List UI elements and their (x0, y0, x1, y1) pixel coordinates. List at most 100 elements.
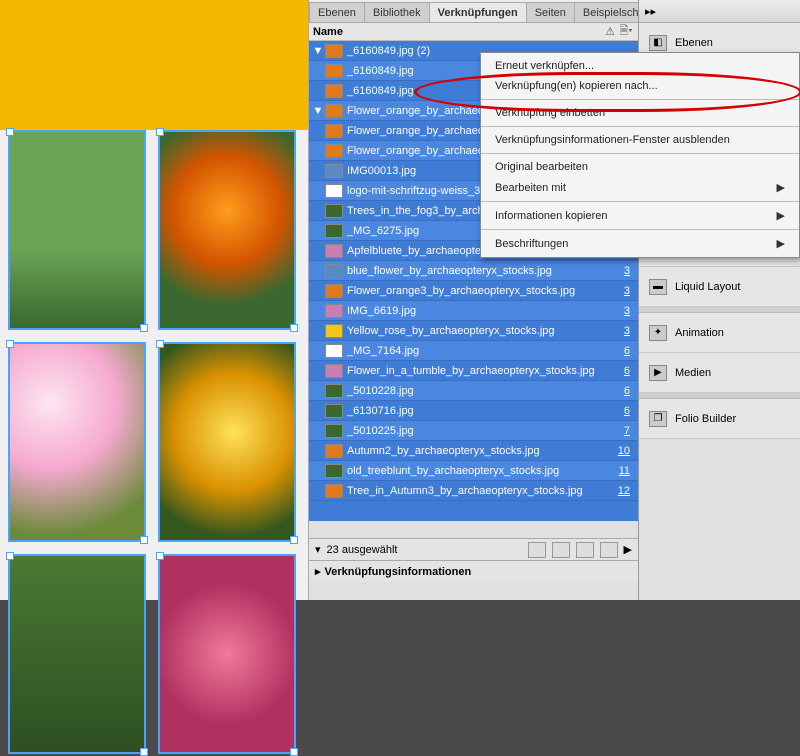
link-thumbnail-icon (325, 44, 343, 58)
scroll-right-icon[interactable]: ▶ (624, 543, 632, 556)
media-icon: ▶ (649, 365, 667, 381)
link-row[interactable]: IMG_6619.jpg3 (309, 301, 638, 321)
link-thumbnail-icon (325, 84, 343, 98)
menu-captions[interactable]: Beschriftungen▶ (481, 233, 799, 254)
link-page[interactable]: 6 (614, 365, 636, 377)
link-name: _5010228.jpg (347, 385, 614, 397)
link-row[interactable]: old_treeblunt_by_archaeopteryx_stocks.jp… (309, 461, 638, 481)
menu-separator (481, 153, 799, 154)
menu-edit-with[interactable]: Bearbeiten mit▶ (481, 177, 799, 198)
tab-beispiel[interactable]: Beispielsch (574, 2, 648, 22)
link-page[interactable]: 6 (614, 405, 636, 417)
rail-liquid-layout[interactable]: ▬Liquid Layout (639, 267, 800, 307)
link-page[interactable]: 6 (614, 345, 636, 357)
layers-icon: ◧ (649, 35, 667, 51)
links-column-header[interactable]: Name ⚠ 🗎▾ (309, 23, 638, 41)
goto-link-button[interactable] (552, 542, 570, 558)
rail-medien[interactable]: ▶Medien (639, 353, 800, 393)
link-row[interactable]: _5010228.jpg6 (309, 381, 638, 401)
tab-bibliothek[interactable]: Bibliothek (364, 2, 430, 22)
selection-count-icon: ▾ (315, 543, 321, 556)
link-page[interactable]: 3 (614, 265, 636, 277)
submenu-arrow-icon: ▶ (777, 209, 785, 222)
edit-original-button[interactable] (600, 542, 618, 558)
link-name: _5010225.jpg (347, 425, 614, 437)
animation-icon: ✦ (649, 325, 667, 341)
menu-edit-original[interactable]: Original bearbeiten (481, 157, 799, 177)
link-page[interactable]: 10 (614, 445, 636, 457)
panel-tabs: Ebenen Bibliothek Verknüpfungen Seiten B… (309, 0, 638, 23)
link-name: Autumn2_by_archaeopteryx_stocks.jpg (347, 445, 614, 457)
menu-hide-linkinfo[interactable]: Verknüpfungsinformationen-Fenster ausble… (481, 130, 799, 150)
disclosure-icon[interactable]: ▼ (311, 45, 325, 57)
tab-ebenen[interactable]: Ebenen (309, 2, 365, 22)
disclosure-icon[interactable]: ▼ (311, 105, 325, 117)
menu-copy-info[interactable]: Informationen kopieren▶ (481, 205, 799, 226)
page-background (0, 0, 308, 130)
link-thumbnail-icon (325, 464, 343, 478)
link-name: Flower_orange3_by_archaeopteryx_stocks.j… (347, 285, 614, 297)
menu-embed-link[interactable]: Verknüpfung einbetten (481, 103, 799, 123)
link-thumbnail-icon (325, 64, 343, 78)
link-thumbnail-icon (325, 284, 343, 298)
submenu-arrow-icon: ▶ (777, 237, 785, 250)
link-page[interactable]: 3 (614, 325, 636, 337)
link-thumbnail-icon (325, 444, 343, 458)
submenu-arrow-icon: ▶ (777, 181, 785, 194)
link-row[interactable]: _5010225.jpg7 (309, 421, 638, 441)
link-row[interactable]: Yellow_rose_by_archaeopteryx_stocks.jpg3 (309, 321, 638, 341)
link-thumbnail-icon (325, 164, 343, 178)
link-thumbnail-icon (325, 364, 343, 378)
link-page[interactable]: 11 (614, 465, 636, 477)
placed-image[interactable] (8, 342, 146, 542)
menu-separator (481, 99, 799, 100)
link-row[interactable]: blue_flower_by_archaeopteryx_stocks.jpg3 (309, 261, 638, 281)
link-row[interactable]: Flower_in_a_tumble_by_archaeopteryx_stoc… (309, 361, 638, 381)
link-thumbnail-icon (325, 404, 343, 418)
link-name: Flower_in_a_tumble_by_archaeopteryx_stoc… (347, 365, 614, 377)
menu-relink[interactable]: Erneut verknüpfen... (481, 56, 799, 76)
rail-animation[interactable]: ✦Animation (639, 313, 800, 353)
placed-image[interactable] (8, 130, 146, 330)
link-thumbnail-icon (325, 184, 343, 198)
link-thumbnail-icon (325, 144, 343, 158)
menu-separator (481, 229, 799, 230)
link-page[interactable]: 6 (614, 385, 636, 397)
placed-image[interactable] (158, 342, 296, 542)
link-row[interactable]: _6130716.jpg6 (309, 401, 638, 421)
link-row[interactable]: Autumn2_by_archaeopteryx_stocks.jpg10 (309, 441, 638, 461)
relink-button[interactable] (528, 542, 546, 558)
link-thumbnail-icon (325, 424, 343, 438)
link-name: old_treeblunt_by_archaeopteryx_stocks.jp… (347, 465, 614, 477)
link-thumbnail-icon (325, 224, 343, 238)
selection-status: 23 ausgewählt (327, 544, 522, 556)
menu-copy-links-to[interactable]: Verknüpfung(en) kopieren nach... (481, 76, 799, 96)
placed-image[interactable] (158, 554, 296, 754)
rail-folio-builder[interactable]: ❐Folio Builder (639, 399, 800, 439)
disclosure-icon[interactable]: ▸ (315, 565, 321, 578)
link-row[interactable]: Tree_in_Autumn3_by_archaeopteryx_stocks.… (309, 481, 638, 501)
link-thumbnail-icon (325, 484, 343, 498)
placed-image[interactable] (158, 130, 296, 330)
col-name[interactable]: Name (313, 26, 602, 38)
placed-image[interactable] (8, 554, 146, 754)
tab-verknuepfungen[interactable]: Verknüpfungen (429, 2, 527, 22)
link-name: Yellow_rose_by_archaeopteryx_stocks.jpg (347, 325, 614, 337)
update-link-button[interactable] (576, 542, 594, 558)
link-thumbnail-icon (325, 124, 343, 138)
tab-seiten[interactable]: Seiten (526, 2, 575, 22)
link-info-title: Verknüpfungsinformationen (325, 566, 472, 578)
link-page[interactable]: 3 (614, 285, 636, 297)
link-page[interactable]: 12 (614, 485, 636, 497)
rail-header[interactable]: ▸▸ (639, 0, 800, 23)
link-page[interactable]: 3 (614, 305, 636, 317)
link-name: _6130716.jpg (347, 405, 614, 417)
link-thumbnail-icon (325, 264, 343, 278)
link-row[interactable]: _MG_7164.jpg6 (309, 341, 638, 361)
document-canvas[interactable] (0, 0, 308, 600)
link-page[interactable]: 7 (614, 425, 636, 437)
link-info-header[interactable]: ▸ Verknüpfungsinformationen (309, 560, 638, 582)
link-name: IMG_6619.jpg (347, 305, 614, 317)
link-thumbnail-icon (325, 244, 343, 258)
link-row[interactable]: Flower_orange3_by_archaeopteryx_stocks.j… (309, 281, 638, 301)
